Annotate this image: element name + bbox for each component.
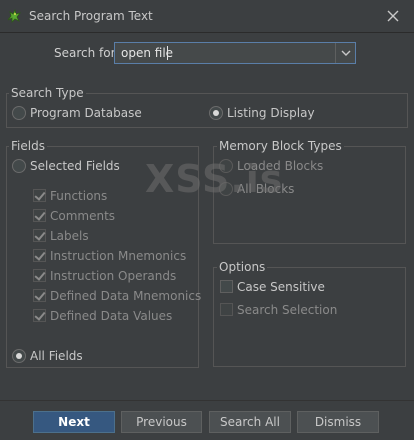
labels-label: Labels: [50, 229, 89, 243]
listing-display-label[interactable]: Listing Display: [227, 106, 315, 120]
all-blocks-radio[interactable]: [219, 182, 233, 196]
comments-label: Comments: [50, 209, 116, 223]
instruction-mnemonics-label: Instruction Mnemonics: [50, 249, 187, 263]
search-selection-checkbox[interactable]: [220, 303, 233, 316]
search-input[interactable]: [121, 45, 331, 61]
next-button[interactable]: Next: [33, 411, 115, 433]
comments-checkbox[interactable]: [33, 209, 46, 222]
fields-title: Fields: [9, 139, 47, 153]
case-sensitive-checkbox[interactable]: [220, 280, 233, 293]
text-caret: [167, 46, 168, 60]
defined-data-values-label: Defined Data Values: [50, 309, 173, 323]
instruction-operands-checkbox[interactable]: [33, 269, 46, 282]
defined-data-mnemonics-label: Defined Data Mnemonics: [50, 289, 202, 303]
program-database-label[interactable]: Program Database: [30, 106, 142, 120]
selected-fields-label[interactable]: Selected Fields: [30, 159, 120, 173]
labels-checkbox[interactable]: [33, 229, 46, 242]
search-dropdown-button[interactable]: [335, 43, 355, 63]
title-bar: Search Program Text: [0, 0, 414, 33]
instruction-operands-label: Instruction Operands: [50, 269, 177, 283]
dismiss-button[interactable]: Dismiss: [297, 411, 379, 433]
close-icon[interactable]: [384, 7, 402, 25]
options-title: Options: [217, 260, 268, 274]
all-fields-radio[interactable]: [12, 349, 26, 363]
dragon-icon: [7, 8, 21, 23]
search-selection-label[interactable]: Search Selection: [237, 303, 337, 317]
loaded-blocks-radio[interactable]: [219, 159, 233, 173]
memory-block-types-title: Memory Block Types: [217, 139, 344, 153]
search-all-button[interactable]: Search All: [209, 411, 291, 433]
search-type-title: Search Type: [9, 86, 86, 100]
functions-checkbox[interactable]: [33, 189, 46, 202]
defined-data-values-checkbox[interactable]: [33, 309, 46, 322]
search-label: Search for:: [54, 46, 120, 60]
instruction-mnemonics-checkbox[interactable]: [33, 249, 46, 262]
previous-button[interactable]: Previous: [121, 411, 202, 433]
selected-fields-radio[interactable]: [12, 159, 26, 173]
chevron-down-icon: [341, 50, 351, 56]
program-database-radio[interactable]: [12, 106, 26, 120]
window-title: Search Program Text: [29, 9, 153, 23]
all-blocks-label[interactable]: All Blocks: [237, 182, 294, 196]
case-sensitive-label[interactable]: Case Sensitive: [237, 280, 325, 294]
search-combobox[interactable]: [114, 42, 356, 64]
defined-data-mnemonics-checkbox[interactable]: [33, 289, 46, 302]
listing-display-radio[interactable]: [209, 106, 223, 120]
loaded-blocks-label[interactable]: Loaded Blocks: [237, 159, 323, 173]
functions-label: Functions: [50, 189, 108, 203]
all-fields-label[interactable]: All Fields: [30, 349, 83, 363]
